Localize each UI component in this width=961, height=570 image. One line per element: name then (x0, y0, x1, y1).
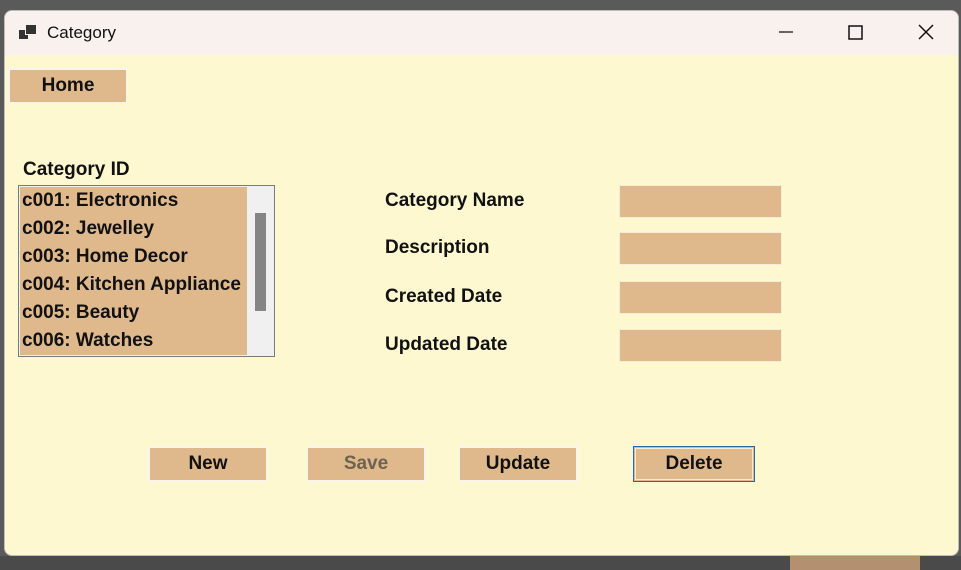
category-id-label: Category ID (23, 159, 130, 180)
list-item[interactable]: c005: Beauty (20, 299, 247, 327)
category-window: Category Home Category ID c001: Electron… (4, 10, 959, 556)
category-name-label: Category Name (385, 190, 525, 211)
list-item[interactable]: c001: Electronics (20, 187, 247, 215)
save-button[interactable]: Save (306, 446, 426, 482)
maximize-button[interactable] (820, 11, 890, 55)
created-date-label: Created Date (385, 286, 503, 307)
maximize-icon (848, 25, 863, 40)
list-item[interactable]: c003: Home Decor (20, 243, 247, 271)
taskbar-strip (0, 556, 961, 570)
taskbar-item (790, 556, 920, 570)
updated-date-label: Updated Date (385, 334, 508, 355)
category-listbox[interactable]: c001: Electronics c002: Jewelley c003: H… (18, 185, 275, 357)
list-item[interactable]: c004: Kitchen Appliance (20, 271, 247, 299)
category-name-field[interactable] (619, 185, 782, 218)
title-bar[interactable]: Category (5, 11, 958, 55)
updated-date-field[interactable] (619, 329, 782, 362)
category-list-items: c001: Electronics c002: Jewelley c003: H… (20, 187, 247, 355)
created-date-field[interactable] (619, 281, 782, 314)
minimize-button[interactable] (751, 11, 821, 55)
close-button[interactable] (891, 11, 958, 55)
app-icon (19, 23, 39, 41)
delete-button[interactable]: Delete (633, 446, 755, 482)
list-scrollbar[interactable] (248, 187, 273, 355)
description-field[interactable] (619, 232, 782, 265)
list-item[interactable]: c002: Jewelley (20, 215, 247, 243)
form-content: Home Category ID c001: Electronics c002:… (5, 55, 958, 555)
home-button[interactable]: Home (8, 68, 128, 104)
new-button[interactable]: New (148, 446, 268, 482)
window-title: Category (47, 23, 116, 42)
update-button[interactable]: Update (458, 446, 578, 482)
close-icon (918, 24, 934, 40)
list-item[interactable]: c006: Watches (20, 327, 247, 355)
scrollbar-thumb[interactable] (255, 213, 266, 311)
minimize-icon (779, 31, 793, 33)
description-label: Description (385, 237, 490, 258)
